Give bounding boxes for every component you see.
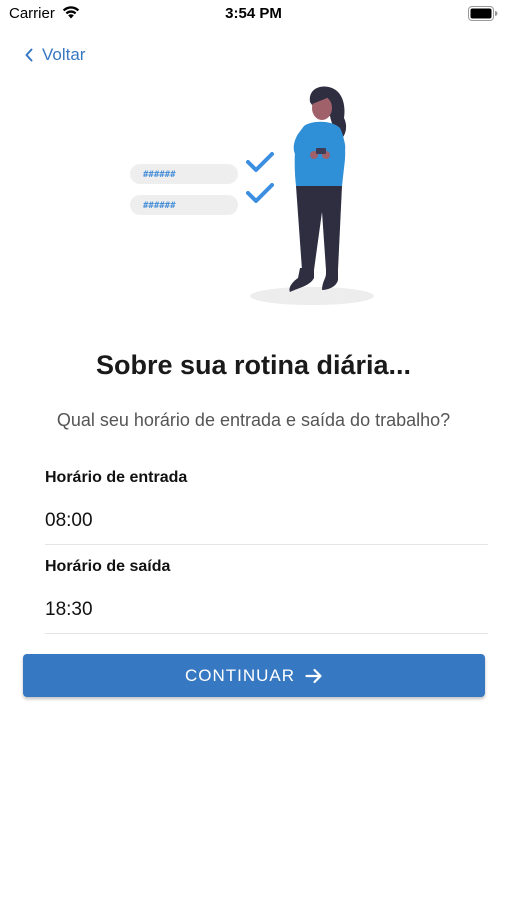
saida-divider (45, 633, 488, 634)
continue-label: CONTINUAR (184, 665, 296, 685)
saida-value[interactable]: 18:30 (45, 599, 93, 621)
chevron-left-icon (25, 48, 33, 62)
back-label: Voltar (42, 45, 86, 64)
battery-icon (468, 6, 498, 21)
password-mask-1: ###### (143, 170, 176, 180)
entrada-value[interactable]: 08:00 (45, 510, 93, 532)
page-subtitle: Qual seu horário de entrada e saída do t… (56, 410, 451, 430)
arrow-right-icon (305, 668, 322, 683)
status-bar: Carrier 3:54 PM (0, 0, 507, 28)
clock: 3:54 PM (225, 5, 282, 22)
screen: Carrier 3:54 PM Voltar ###### ###### Sob… (0, 0, 507, 900)
entrada-divider (45, 544, 488, 545)
continue-button[interactable]: CONTINUAR (23, 654, 485, 697)
saida-label: Horário de saída (45, 558, 171, 575)
page-title: Sobre sua rotina diária... (95, 350, 412, 380)
saida-field[interactable]: Horário de saída 18:30 (45, 558, 488, 634)
checkmark-icon (246, 183, 274, 203)
entrada-field[interactable]: Horário de entrada 08:00 (45, 469, 488, 545)
back-button[interactable]: Voltar (24, 42, 85, 68)
entrada-label: Horário de entrada (45, 469, 188, 486)
illustration: ###### ###### (130, 86, 374, 305)
checkmark-icon (246, 152, 274, 172)
person-figure (289, 86, 347, 292)
ground-shadow (250, 287, 374, 305)
password-mask-2: ###### (143, 201, 176, 211)
